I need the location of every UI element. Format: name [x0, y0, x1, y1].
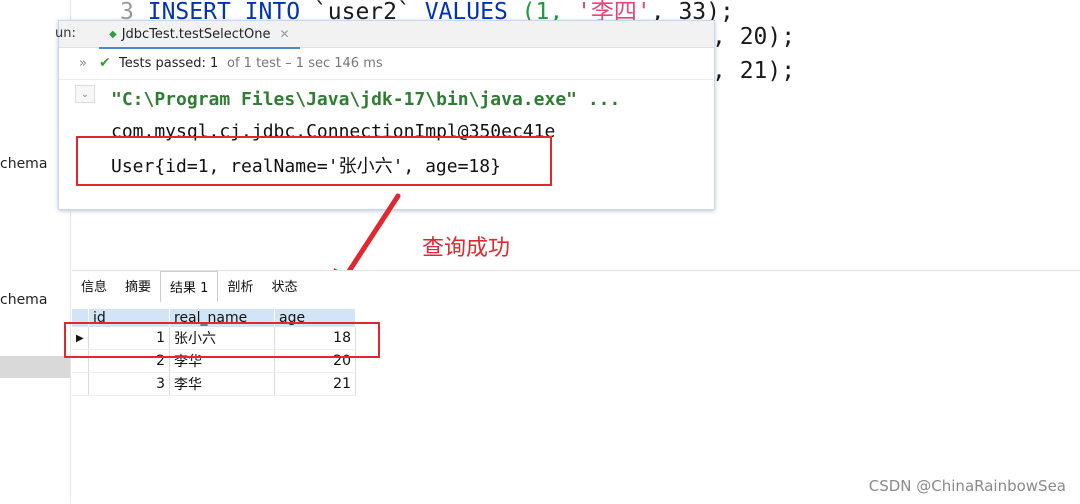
result-area: 信息 摘要 结果 1 剖析 状态 id real_name age ▶ 1 张小… — [72, 270, 1080, 504]
tab-jdbc-test[interactable]: ◆ JdbcTest.testSelectOne ✕ — [99, 21, 300, 49]
test-status-row: » ✔ Tests passed: 1 of 1 test – 1 sec 14… — [59, 51, 714, 80]
tab-info[interactable]: 信息 — [72, 271, 116, 301]
sidebar-selection[interactable] — [0, 356, 70, 378]
close-icon[interactable]: ✕ — [279, 27, 289, 41]
highlight-console-box — [76, 136, 552, 186]
cell-age[interactable]: 21 — [274, 372, 356, 396]
sql-line-5-tail: , 21); — [712, 58, 796, 84]
tab-status[interactable]: 状态 — [262, 271, 306, 301]
test-run-icon: ◆ — [109, 28, 117, 40]
cell-id[interactable]: 3 — [88, 372, 170, 396]
row-marker — [72, 372, 89, 396]
cell-real-name[interactable]: 李华 — [169, 372, 275, 396]
sidebar-item-schema[interactable]: chema — [0, 156, 47, 172]
watermark: CSDN @ChinaRainbowSea — [868, 477, 1066, 495]
table-row[interactable]: 3 李华 21 — [72, 372, 356, 396]
collapse-icon[interactable]: ⌄ — [75, 85, 95, 103]
console-command: "C:\Program Files\Java\jdk-17\bin\java.e… — [111, 89, 621, 110]
check-icon: ✔ — [99, 55, 111, 71]
tab-summary[interactable]: 摘要 — [116, 271, 160, 301]
sidebar-item-schema-2[interactable]: chema — [0, 292, 47, 308]
highlight-result-row-box — [64, 322, 380, 358]
tab-profile[interactable]: 剖析 — [218, 271, 262, 301]
result-tabs: 信息 摘要 结果 1 剖析 状态 — [72, 271, 306, 302]
tab-title: JdbcTest.testSelectOne — [121, 26, 271, 42]
sql-line-4-tail: , 20); — [712, 24, 796, 50]
tests-passed-label: Tests passed: 1 — [119, 56, 219, 71]
expand-icon[interactable]: » — [79, 56, 87, 71]
tests-detail-label: of 1 test – 1 sec 146 ms — [227, 56, 383, 71]
run-tabbar: un: ◆ JdbcTest.testSelectOne ✕ — [55, 21, 714, 49]
tab-result-1[interactable]: 结果 1 — [160, 271, 219, 302]
run-label: un: — [55, 26, 76, 41]
annotation-text: 查询成功 — [422, 236, 511, 261]
